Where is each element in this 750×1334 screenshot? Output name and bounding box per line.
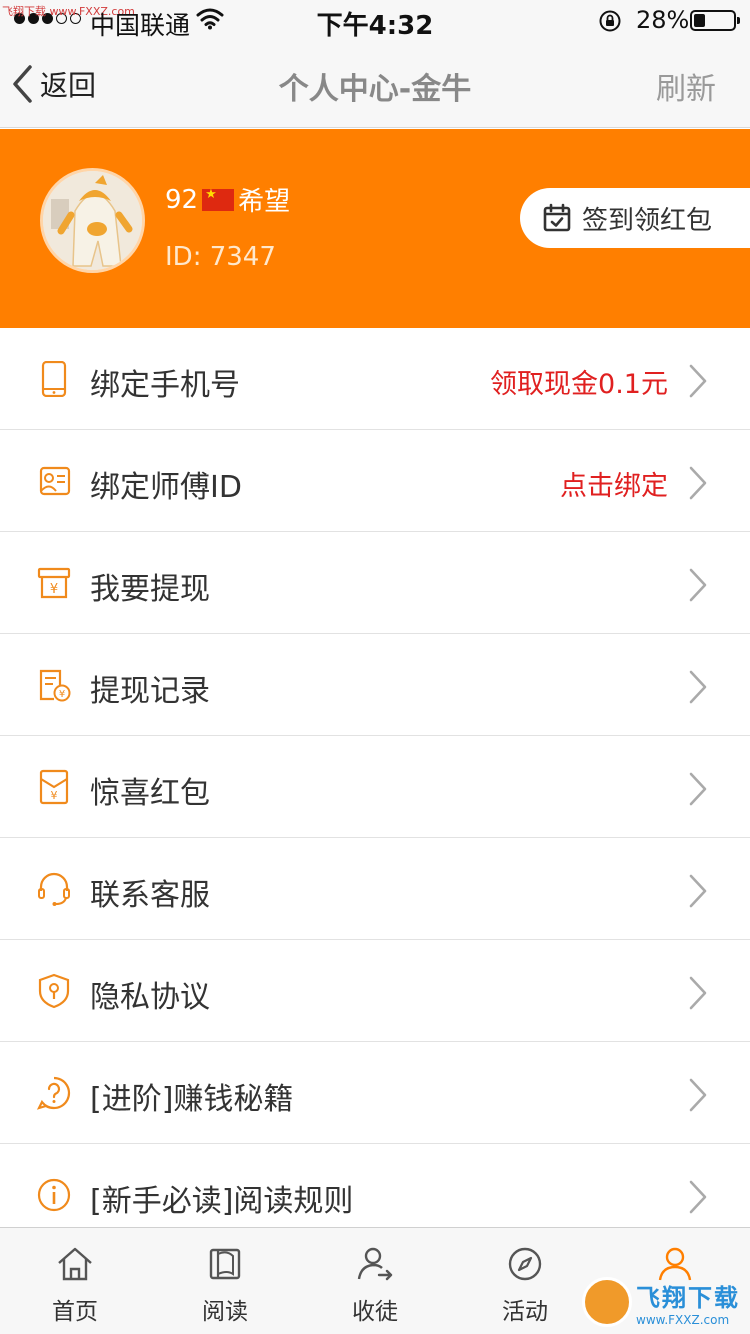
chevron-right-icon <box>689 1180 707 1214</box>
tab-activity[interactable]: 活动 <box>450 1228 600 1334</box>
chevron-right-icon <box>689 976 707 1010</box>
avatar[interactable] <box>40 168 145 273</box>
svg-text:¥: ¥ <box>50 582 58 597</box>
nickname-suffix: 希望 <box>238 187 291 217</box>
watermark-logo-icon <box>582 1277 632 1327</box>
chevron-right-icon <box>689 670 707 704</box>
chevron-right-icon <box>689 364 707 398</box>
watermark-url: www.FXXZ.com <box>636 1312 730 1327</box>
menu-label: [进阶]赚钱秘籍 <box>90 1082 294 1117</box>
user-id: ID: 7347 <box>165 242 276 272</box>
chevron-right-icon <box>689 568 707 602</box>
tab-recruit[interactable]: 收徒 <box>300 1228 450 1334</box>
user-nickname: 92 希望 <box>165 181 290 218</box>
shield-icon <box>38 973 70 1009</box>
tab-label: 阅读 <box>202 1299 248 1325</box>
phone-icon <box>41 361 67 397</box>
menu-item-withdraw[interactable]: ¥ 我要提现 <box>0 532 750 634</box>
chevron-right-icon <box>689 772 707 806</box>
avatar-image <box>43 171 142 270</box>
withdraw-icon: ¥ <box>37 567 71 599</box>
menu-label: 绑定师傅ID <box>90 470 242 505</box>
info-icon <box>37 1178 71 1212</box>
menu-label: 联系客服 <box>90 878 210 913</box>
home-icon <box>58 1247 92 1281</box>
rotation-lock-icon <box>599 10 621 32</box>
watermark-brand: 飞翔下载 <box>636 1283 740 1312</box>
battery-icon <box>690 10 740 31</box>
calendar-check-icon <box>543 203 571 232</box>
signin-red-envelope-button[interactable]: 签到领红包 <box>520 188 750 248</box>
id-card-icon <box>39 466 71 496</box>
page-title: 个人中心-金牛 <box>278 72 472 107</box>
status-bar: 飞翔下载 www.FXXZ.com 中国联通 下午4:32 28% <box>0 0 750 41</box>
menu-item-bind-master-id[interactable]: 绑定师傅ID 点击绑定 <box>0 430 750 532</box>
china-flag-icon <box>202 187 235 211</box>
menu-item-customer-service[interactable]: 联系客服 <box>0 838 750 940</box>
settings-menu: 绑定手机号 领取现金0.1元 绑定师傅ID 点击绑定 ¥ 我要提现 ¥ 提现记录… <box>0 328 750 1246</box>
nickname-prefix: 92 <box>165 184 199 215</box>
tab-home[interactable]: 首页 <box>0 1228 150 1334</box>
signin-label: 签到领红包 <box>582 205 713 236</box>
menu-item-money-tips[interactable]: [进阶]赚钱秘籍 <box>0 1042 750 1144</box>
profile-header: 92 希望 ID: 7347 签到领红包 <box>0 129 750 328</box>
navigation-bar: 返回 个人中心-金牛 刷新 <box>0 40 750 128</box>
watermark-logo: 飞翔下载 www.FXXZ.com <box>582 1270 750 1334</box>
menu-item-bind-phone[interactable]: 绑定手机号 领取现金0.1元 <box>0 328 750 430</box>
record-icon: ¥ <box>39 669 71 702</box>
compass-icon <box>508 1247 542 1281</box>
menu-item-withdraw-records[interactable]: ¥ 提现记录 <box>0 634 750 736</box>
menu-item-surprise-red-envelope[interactable]: ¥ 惊喜红包 <box>0 736 750 838</box>
battery-percent: 28% <box>636 6 690 34</box>
headset-icon <box>38 872 70 906</box>
tab-label: 活动 <box>502 1299 548 1325</box>
user-add-icon <box>357 1247 393 1281</box>
refresh-button[interactable]: 刷新 <box>656 64 716 108</box>
tab-label: 收徒 <box>352 1299 398 1325</box>
menu-label: [新手必读]阅读规则 <box>90 1184 354 1219</box>
menu-hint: 点击绑定 <box>560 471 668 502</box>
menu-label: 提现记录 <box>90 674 210 709</box>
menu-label: 隐私协议 <box>90 980 210 1015</box>
question-icon <box>36 1076 71 1110</box>
menu-item-privacy-policy[interactable]: 隐私协议 <box>0 940 750 1042</box>
book-icon <box>209 1248 241 1280</box>
menu-label: 绑定手机号 <box>90 368 240 403</box>
chevron-right-icon <box>689 1078 707 1112</box>
menu-label: 惊喜红包 <box>90 776 210 811</box>
tab-read[interactable]: 阅读 <box>150 1228 300 1334</box>
tab-label: 首页 <box>52 1299 98 1325</box>
menu-hint: 领取现金0.1元 <box>490 369 668 400</box>
svg-text:¥: ¥ <box>59 689 65 700</box>
chevron-right-icon <box>689 874 707 908</box>
chevron-right-icon <box>689 466 707 500</box>
svg-text:¥: ¥ <box>51 789 58 802</box>
red-envelope-icon: ¥ <box>39 769 69 805</box>
menu-label: 我要提现 <box>90 572 210 607</box>
